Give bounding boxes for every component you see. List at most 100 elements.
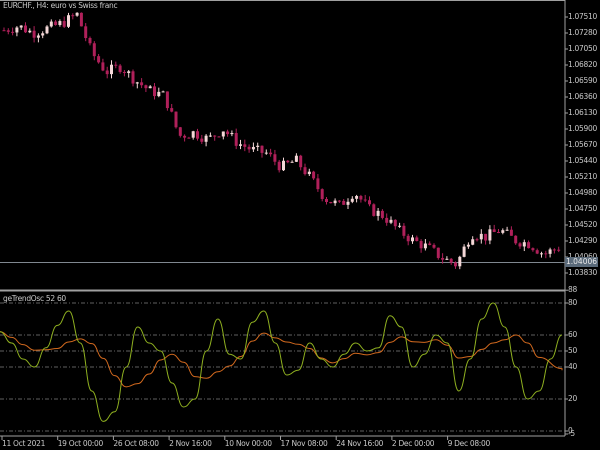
candle-bear — [303, 167, 307, 175]
candle-bear — [213, 135, 217, 137]
candle-bear — [273, 154, 277, 162]
time-label: 2 Nov 16:00 — [169, 439, 212, 448]
candle-bull — [294, 155, 298, 162]
candle-bull — [58, 21, 62, 26]
candle-bull — [462, 246, 466, 257]
candle-bull — [157, 91, 161, 97]
candle-bull — [36, 35, 40, 38]
indicator-label: 80 — [568, 298, 577, 307]
candle-bear — [71, 15, 75, 17]
oscillator-line — [0, 302, 563, 422]
candle-bull — [264, 152, 268, 154]
candle-bear — [432, 244, 436, 248]
indicator-label: 88 — [568, 285, 577, 295]
candle-bull — [333, 200, 337, 204]
indicator-label: 50 — [568, 346, 577, 355]
candle-bear — [518, 243, 522, 247]
candle-bear — [337, 200, 341, 202]
candle-bear — [79, 12, 83, 27]
price-label: 1.04750 — [568, 204, 597, 213]
candle-bear — [372, 204, 376, 216]
candle-bear — [101, 62, 105, 71]
candle-bear — [196, 131, 199, 139]
indicator-label: 60 — [568, 330, 577, 339]
candle-bear — [118, 65, 122, 72]
candle-bear — [402, 225, 406, 236]
time-label: 26 Oct 08:00 — [113, 439, 159, 448]
candle-bear — [475, 239, 479, 241]
candle-bear — [62, 21, 66, 27]
candle-bear — [454, 262, 457, 267]
candle-bear — [509, 229, 513, 236]
price-label: 1.06360 — [568, 92, 597, 101]
candle-bear — [2, 30, 6, 32]
candle-bear — [226, 131, 230, 135]
price-label: 1.04520 — [568, 220, 597, 229]
candle-bull — [466, 244, 470, 247]
candle-bear — [11, 31, 15, 33]
candle-bear — [342, 200, 346, 205]
candle-bull — [230, 133, 234, 135]
candle-bear — [277, 161, 281, 171]
candle-bear — [84, 26, 88, 39]
candle-bull — [110, 64, 113, 75]
candle-bull — [548, 249, 552, 254]
candle-bull — [488, 229, 492, 241]
candle-bull — [290, 161, 294, 163]
current-price-tag: 1.04006 — [565, 257, 599, 267]
candle-bear — [217, 136, 221, 138]
price-label: 1.07050 — [568, 44, 597, 53]
price-label: 1.06130 — [568, 108, 597, 117]
price-label: 1.05670 — [568, 140, 597, 149]
candle-bull — [208, 135, 212, 137]
price-label: 1.06820 — [568, 60, 597, 69]
candle-bear — [419, 241, 423, 249]
candle-bull — [346, 201, 350, 205]
candle-bull — [45, 26, 49, 34]
price-label: 1.05210 — [568, 172, 597, 181]
candle-bull — [376, 210, 380, 216]
candle-bear — [552, 249, 556, 251]
candle-bear — [234, 133, 238, 146]
candle-bear — [441, 257, 445, 260]
candle-bear — [54, 21, 58, 26]
candle-bull — [221, 131, 225, 137]
candle-bull — [251, 146, 255, 150]
candle-bull — [75, 12, 79, 16]
candle-bull — [479, 233, 483, 240]
candle-bear — [316, 178, 320, 190]
candle-bear — [527, 242, 531, 249]
price-label: 1.05440 — [568, 156, 597, 165]
indicator-label: -5 — [568, 429, 575, 438]
candle-bear — [153, 86, 156, 97]
chart-canvas[interactable] — [0, 0, 600, 450]
candle-bear — [178, 127, 182, 136]
candle-bear — [140, 82, 144, 86]
time-label: 17 Nov 08:00 — [280, 439, 328, 448]
candle-bear — [428, 243, 432, 245]
candle-bear — [380, 210, 384, 218]
candle-bear — [97, 56, 101, 63]
candle-bear — [260, 145, 264, 153]
candle-bear — [200, 138, 204, 142]
candle-bull — [239, 144, 242, 146]
time-label: 9 Dec 08:00 — [447, 439, 491, 448]
indicator-label: 20 — [568, 394, 577, 403]
candle-bear — [535, 250, 539, 254]
candle-bear — [170, 108, 174, 112]
candle-bear — [544, 253, 548, 255]
price-label: 1.07510 — [568, 12, 597, 21]
candle-bear — [174, 111, 178, 128]
candle-bear — [514, 235, 518, 244]
chart-window[interactable]: EURCHF., H4: euro vs Swiss franc geTrend… — [0, 0, 600, 450]
candle-bull — [28, 30, 32, 33]
candle-bear — [393, 219, 397, 227]
candle-bull — [15, 27, 19, 33]
candle-bull — [204, 135, 208, 142]
candle-bull — [256, 145, 260, 147]
candle-bear — [368, 200, 371, 205]
candle-bull — [398, 225, 402, 227]
candle-bear — [484, 233, 488, 241]
candle-bear — [114, 64, 118, 66]
candle-bull — [471, 239, 475, 245]
